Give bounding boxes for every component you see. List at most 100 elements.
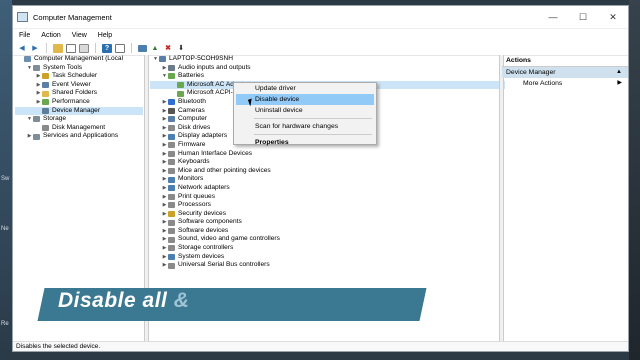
device-category-icon xyxy=(168,99,175,106)
context-menu-item-scan-for-hardware-changes[interactable]: Scan for hardware changes xyxy=(234,121,376,132)
device-tree-item-row[interactable]: ▶ Security devices xyxy=(150,210,505,219)
expand-arrow-icon[interactable]: ▼ xyxy=(161,72,168,81)
menu-action[interactable]: Action xyxy=(41,32,60,39)
expand-arrow-icon[interactable]: ▶ xyxy=(161,98,168,107)
device-tree-item-label: Display adapters xyxy=(178,132,228,140)
console-tree-item-label: Storage xyxy=(43,115,67,123)
device-tree-item-row[interactable]: ▼ LAPTOP-5COH9SNH xyxy=(150,55,505,64)
console-tree-item-row[interactable]: ▶ Shared Folders xyxy=(15,89,143,98)
device-tree-item-row[interactable]: ▶ Software components xyxy=(150,218,505,227)
device-tree-item-row[interactable]: ▶ Audio inputs and outputs xyxy=(150,64,505,73)
console-tree-item-row[interactable]: ▼ Storage xyxy=(15,115,143,124)
expand-arrow-icon[interactable]: ▶ xyxy=(35,72,42,81)
collapse-arrow-icon[interactable]: ▲ xyxy=(616,67,622,78)
menu-help[interactable]: Help xyxy=(98,32,112,39)
up-icon[interactable] xyxy=(53,43,63,53)
desktop-icon-label[interactable]: Ne xyxy=(1,226,9,232)
close-icon[interactable]: ✕ xyxy=(598,6,628,28)
expand-arrow-icon[interactable]: ▶ xyxy=(161,253,168,262)
device-tree-item-row[interactable]: ▶ Software devices xyxy=(150,227,505,236)
console-tree-item-label: Computer Management (Local xyxy=(34,55,124,62)
device-tree-item-row[interactable]: ▶ Storage controllers xyxy=(150,244,505,253)
show-tree-icon[interactable] xyxy=(66,43,76,53)
context-menu-item-update-driver[interactable]: Update driver xyxy=(234,83,376,94)
device-category-icon xyxy=(168,133,175,140)
back-icon[interactable]: ◀ xyxy=(17,44,27,53)
update-driver-icon[interactable]: ▲ xyxy=(150,44,160,53)
expand-arrow-icon[interactable]: ▶ xyxy=(161,218,168,227)
device-tree-item-label: Monitors xyxy=(178,175,204,183)
console-tree-item-row[interactable]: Device Manager xyxy=(15,106,143,116)
actions-header: Actions xyxy=(502,55,628,67)
expand-arrow-icon[interactable]: ▶ xyxy=(161,107,168,116)
device-tree-item-row[interactable]: ▶ Monitors xyxy=(150,175,505,184)
expand-arrow-icon[interactable]: ▶ xyxy=(161,132,168,141)
monitor-icon[interactable] xyxy=(138,44,147,52)
expand-arrow-icon[interactable]: ▶ xyxy=(161,150,168,159)
forward-icon[interactable]: ▶ xyxy=(30,44,40,53)
expand-arrow-icon[interactable]: ▶ xyxy=(161,184,168,193)
console-tree-item-row[interactable]: ▼ System Tools xyxy=(15,64,143,73)
minimize-icon[interactable]: — xyxy=(538,6,568,28)
maximize-icon[interactable]: ☐ xyxy=(568,6,598,28)
expand-arrow-icon[interactable]: ▶ xyxy=(35,98,42,107)
expand-arrow-icon[interactable]: ▶ xyxy=(26,132,33,141)
device-tree-item-row[interactable]: ▶ System devices xyxy=(150,253,505,262)
uninstall-icon[interactable]: ✖ xyxy=(163,44,173,53)
expand-arrow-icon[interactable]: ▶ xyxy=(161,64,168,73)
device-tree-item-row[interactable]: ▶ Mice and other pointing devices xyxy=(150,167,505,176)
device-tree-item-row[interactable]: ▶ Sound, video and game controllers xyxy=(150,235,505,244)
console-tree-item-label: Shared Folders xyxy=(52,89,98,97)
context-menu-item-properties[interactable]: Properties xyxy=(234,137,376,148)
more-actions-item[interactable]: More Actions ▶ xyxy=(502,78,628,89)
expand-arrow-icon[interactable]: ▶ xyxy=(161,115,168,124)
expand-arrow-icon[interactable]: ▶ xyxy=(161,175,168,184)
desktop-icon-label[interactable]: Sw xyxy=(1,176,9,182)
help-icon[interactable]: ? xyxy=(102,43,112,53)
console-tree-item-row[interactable]: ▶ Performance xyxy=(15,98,143,107)
console-tree-item-row[interactable]: ▶ Task Scheduler xyxy=(15,72,143,81)
device-tree-item-row[interactable]: ▶ Print queues xyxy=(150,193,505,202)
disable-icon[interactable]: ⬇ xyxy=(176,44,186,53)
expand-arrow-icon[interactable]: ▶ xyxy=(161,158,168,167)
expand-arrow-icon[interactable]: ▼ xyxy=(152,55,159,64)
device-tree-item-row[interactable]: ▶ Universal Serial Bus controllers xyxy=(150,261,505,270)
properties-icon[interactable] xyxy=(79,43,89,53)
console-tree-item-row[interactable]: Disk Management xyxy=(15,124,143,133)
actions-section-device-manager[interactable]: Device Manager ▲ xyxy=(502,67,628,78)
device-category-icon xyxy=(168,168,175,175)
expand-arrow-icon[interactable]: ▶ xyxy=(35,81,42,90)
device-tree-item-row[interactable]: ▶ Processors xyxy=(150,201,505,210)
title-bar[interactable]: Computer Management — ☐ ✕ xyxy=(13,6,628,29)
device-tree-item-row[interactable]: ▶ Keyboards xyxy=(150,158,505,167)
toolbar: ◀ ▶ ? ▲ ✖ ⬇ xyxy=(13,41,628,56)
expand-arrow-icon[interactable]: ▶ xyxy=(161,210,168,219)
context-menu-item-disable-device[interactable]: Disable device xyxy=(236,94,374,105)
console-icon[interactable] xyxy=(115,43,125,53)
device-tree-item-row[interactable]: ▼ Batteries xyxy=(150,72,505,81)
console-tree-item-row[interactable]: ▶ Services and Applications xyxy=(15,132,143,141)
expand-arrow-icon[interactable]: ▶ xyxy=(161,261,168,270)
expand-arrow-icon[interactable]: ▶ xyxy=(161,167,168,176)
expand-arrow-icon[interactable]: ▶ xyxy=(161,141,168,150)
context-menu-item-uninstall-device[interactable]: Uninstall device xyxy=(234,105,376,116)
menu-file[interactable]: File xyxy=(19,32,30,39)
expand-arrow-icon[interactable]: ▼ xyxy=(26,115,33,124)
expand-arrow-icon[interactable]: ▶ xyxy=(161,201,168,210)
device-category-icon xyxy=(42,125,49,132)
expand-arrow-icon[interactable]: ▶ xyxy=(161,193,168,202)
expand-arrow-icon[interactable]: ▼ xyxy=(26,64,33,73)
device-tree-item-row[interactable]: ▶ Network adapters xyxy=(150,184,505,193)
menu-view[interactable]: View xyxy=(72,32,87,39)
device-tree-item-label: Software components xyxy=(178,218,242,226)
device-category-icon xyxy=(177,82,184,89)
expand-arrow-icon[interactable]: ▶ xyxy=(161,124,168,133)
expand-arrow-icon[interactable]: ▶ xyxy=(161,244,168,253)
expand-arrow-icon[interactable]: ▶ xyxy=(161,235,168,244)
console-tree-item-row[interactable]: Computer Management (Local xyxy=(15,55,143,64)
expand-arrow-icon[interactable]: ▶ xyxy=(35,89,42,98)
expand-arrow-icon[interactable]: ▶ xyxy=(161,227,168,236)
device-tree-item-row[interactable]: ▶ Human Interface Devices xyxy=(150,150,505,159)
desktop-icon-label[interactable]: Re xyxy=(1,321,9,327)
console-tree-item-row[interactable]: ▶ Event Viewer xyxy=(15,81,143,90)
